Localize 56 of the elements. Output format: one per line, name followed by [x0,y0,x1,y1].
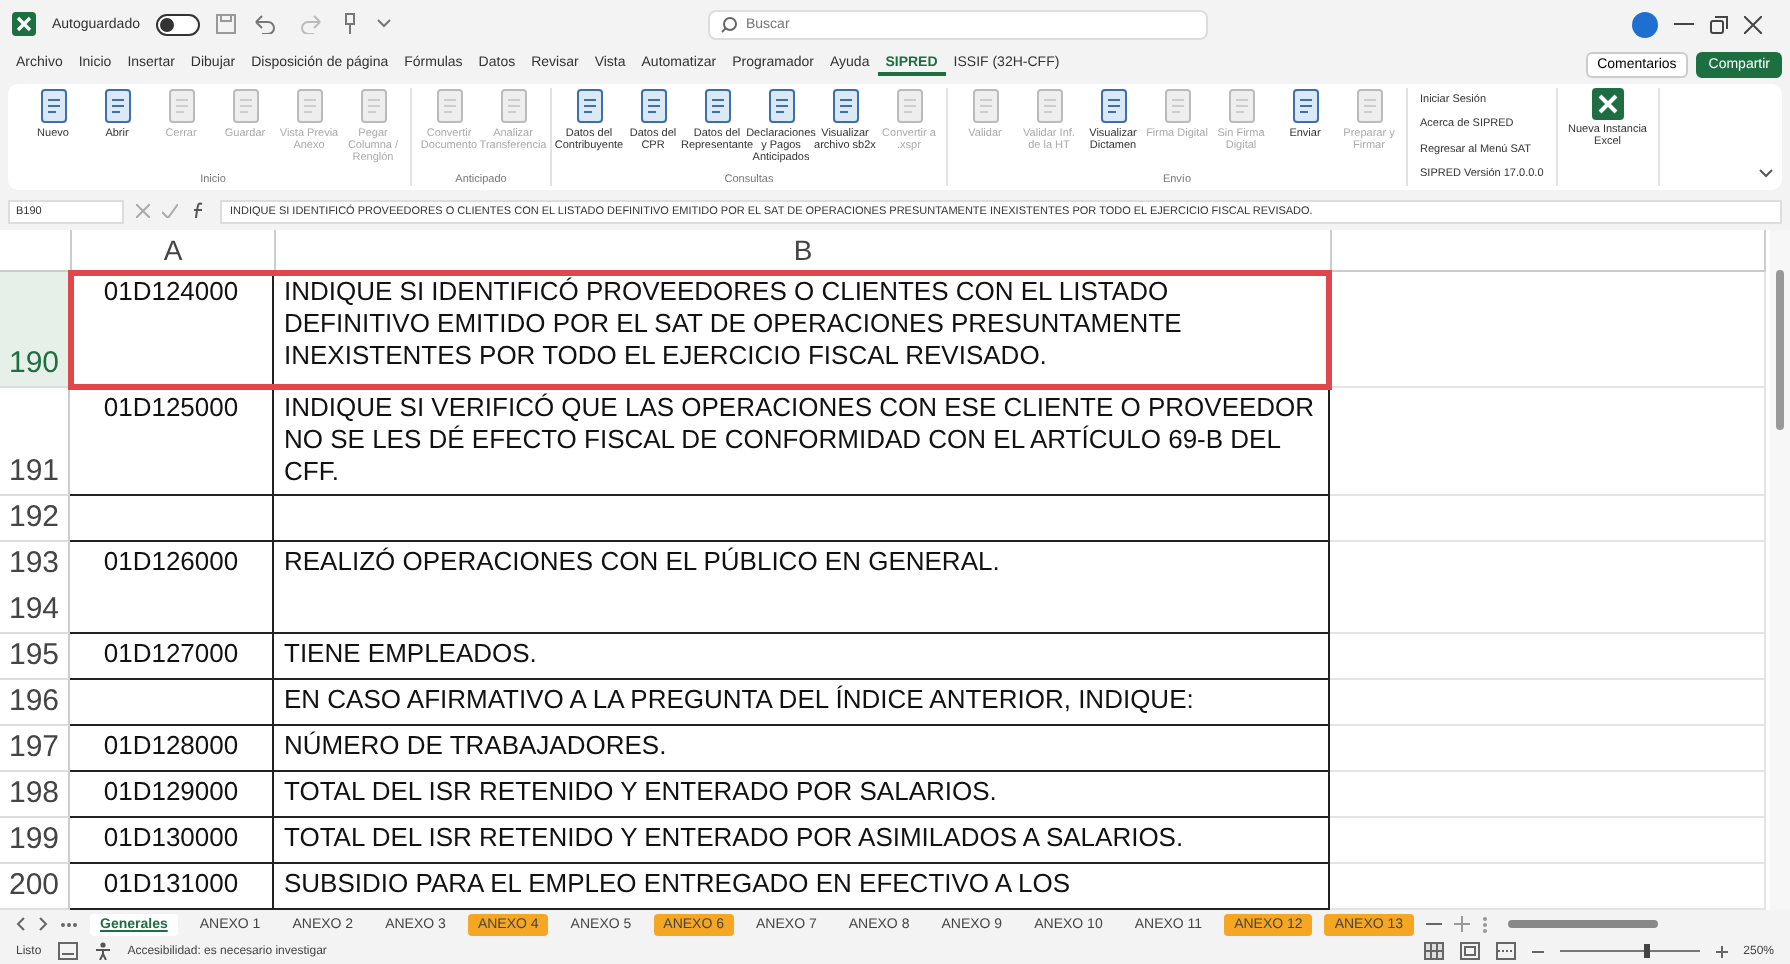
table-cell: INDIQUE SI IDENTIFICÓ PROVEEDORES O CLIENTES CON EL LISTADO DEFINITIVO EMITIDO POR EL SAT DE OPERACIONES PRESUNTAMENTE INEXISTENTES POR TODO EL EJERCICIO FISCAL REVISADO. [274,272,1330,388]
excel-logo-icon [12,12,36,36]
plus-icon[interactable] [1453,916,1470,932]
table-cell: TOTAL DEL ISR RETENIDO Y ENTERADO POR SALARIOS. [274,772,1330,818]
document-icon [497,88,529,124]
document-icon [1033,88,1065,124]
table-cell: 01D126000 [70,542,274,634]
chevron-down-icon[interactable] [1758,168,1774,178]
row-number[interactable]: 200 [0,862,68,908]
vertical-dots-icon[interactable] [1481,915,1488,933]
table-cell: REALIZÓ OPERACIONES CON EL PÚBLICO EN GENERAL. [274,542,1330,634]
table-cell: 01D124000 [70,272,274,388]
table-cell: TOTAL DEL ISR RETENIDO Y ENTERADO POR ASIMILADOS A SALARIOS. [274,818,1330,864]
table-cell: INDIQUE SI VERIFICÓ QUE LAS OPERACIONES CON ESE CLIENTE O PROVEEDOR NO SE LES DÉ EFECTO FISCAL DE CONFORMIDAD CON EL ARTÍCULO 69-B DEL CFF. [274,388,1330,496]
restore-icon[interactable] [1710,15,1728,33]
accessibility-icon[interactable] [93,942,112,960]
row-number[interactable]: 191 [0,448,68,494]
search-icon [719,15,738,33]
document-icon [765,88,797,124]
autosave-toggle[interactable] [155,13,200,35]
zoom-in-icon[interactable] [1715,945,1728,957]
avatar-icon[interactable] [1632,11,1658,37]
row-number[interactable]: 199 [0,816,68,862]
document-icon [37,88,69,124]
row-number[interactable]: 193 [0,540,68,586]
function-icon[interactable] [190,202,208,220]
table-cell: TIENE EMPLEADOS. [274,634,1330,680]
column-header[interactable]: A [72,230,276,272]
page-break-icon[interactable] [1495,942,1516,960]
normal-view-icon[interactable] [1423,942,1444,960]
chevron-left-icon[interactable] [16,916,26,932]
table-cell: 01D129000 [70,772,274,818]
more-icon[interactable] [60,921,78,927]
close-icon[interactable] [1744,15,1762,33]
macro-icon[interactable] [57,942,78,960]
table-cell: 01D125000 [70,388,274,496]
zoom-slider-thumb[interactable] [1643,944,1650,958]
table-cell: EN CASO AFIRMATIVO A LA PREGUNTA DEL ÍNDICE ANTERIOR, INDIQUE: [274,680,1330,726]
minus-icon[interactable] [1425,922,1442,926]
minimize-icon[interactable] [1674,22,1694,26]
dropdown-caret-icon[interactable] [375,18,392,30]
row-number[interactable]: 192 [0,494,68,540]
row-number[interactable]: 198 [0,770,68,816]
vertical-scrollbar[interactable] [1770,230,1790,910]
row-number[interactable]: 197 [0,724,68,770]
row-number[interactable]: 196 [0,678,68,724]
table-cell: 01D128000 [70,726,274,772]
table-cell: NÚMERO DE TRABAJADORES. [274,726,1330,772]
row-number[interactable]: 194 [0,586,68,632]
page-layout-icon[interactable] [1459,942,1480,960]
row-number[interactable]: 195 [0,632,68,678]
undo-icon[interactable] [251,14,280,34]
chevron-right-icon[interactable] [38,916,48,932]
column-header[interactable]: B [276,230,1332,272]
table-cell: 01D130000 [70,818,274,864]
table-cell: 01D127000 [70,634,274,680]
